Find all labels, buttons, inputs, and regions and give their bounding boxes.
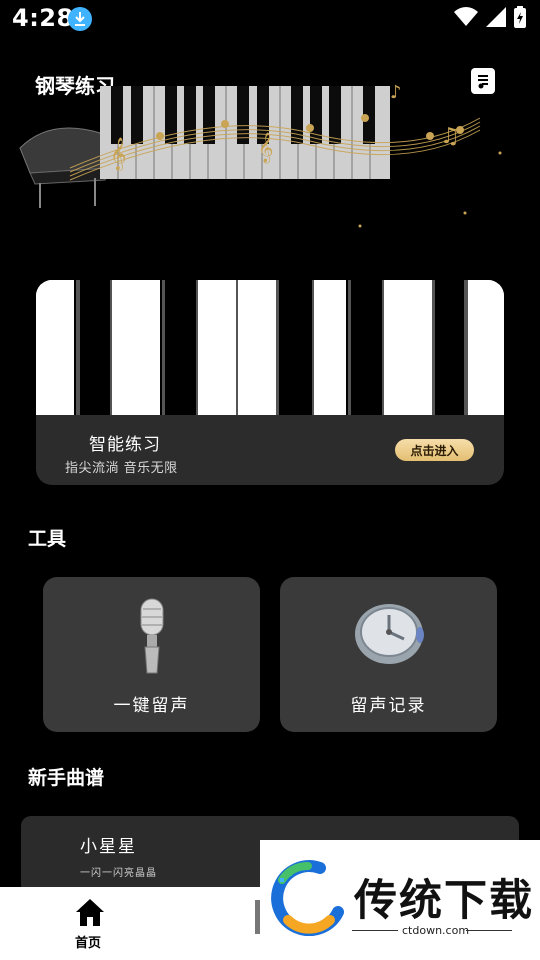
song-title: 小星星 (80, 837, 137, 857)
practice-subtitle: 指尖流淌 音乐无限 (65, 461, 178, 476)
signal-icon (486, 7, 506, 27)
practice-title: 智能练习 (89, 435, 161, 455)
tools-section-title: 工具 (28, 528, 67, 550)
svg-text:♫: ♫ (440, 124, 460, 149)
battery-icon (514, 6, 526, 28)
svg-text:𝄞: 𝄞 (110, 137, 127, 171)
clock-icon (355, 604, 424, 664)
svg-text:𝄞: 𝄞 (258, 132, 273, 164)
watermark-logo (271, 860, 344, 936)
tool-label: 一键留声 (113, 696, 190, 716)
enter-button[interactable]: 点击进入 (395, 439, 474, 461)
watermark-line (466, 930, 512, 931)
watermark-text: 传统下载 (354, 876, 534, 926)
home-icon[interactable] (74, 897, 106, 931)
record-history-card[interactable]: 留声记录 (280, 577, 497, 732)
tool-label: 留声记录 (350, 696, 427, 716)
nav-home-label[interactable]: 首页 (75, 932, 101, 951)
songs-section-title: 新手曲谱 (28, 767, 105, 789)
download-icon (68, 7, 92, 31)
one-click-record-card[interactable]: 一键留声 (43, 577, 260, 732)
wifi-icon (454, 7, 478, 27)
watermark-line (352, 930, 398, 931)
microphone-icon (140, 598, 164, 674)
keyboard-graphic (36, 280, 504, 415)
song-subtitle: 一闪一闪亮晶晶 (80, 868, 157, 879)
watermark-url: ctdown.com (402, 924, 470, 937)
status-time: 4:28 (12, 4, 74, 32)
hero-piano-illustration: 𝄞 𝄞 ♪ ♫ (19, 82, 502, 228)
svg-text:♪: ♪ (390, 82, 402, 103)
status-icons (454, 6, 526, 28)
